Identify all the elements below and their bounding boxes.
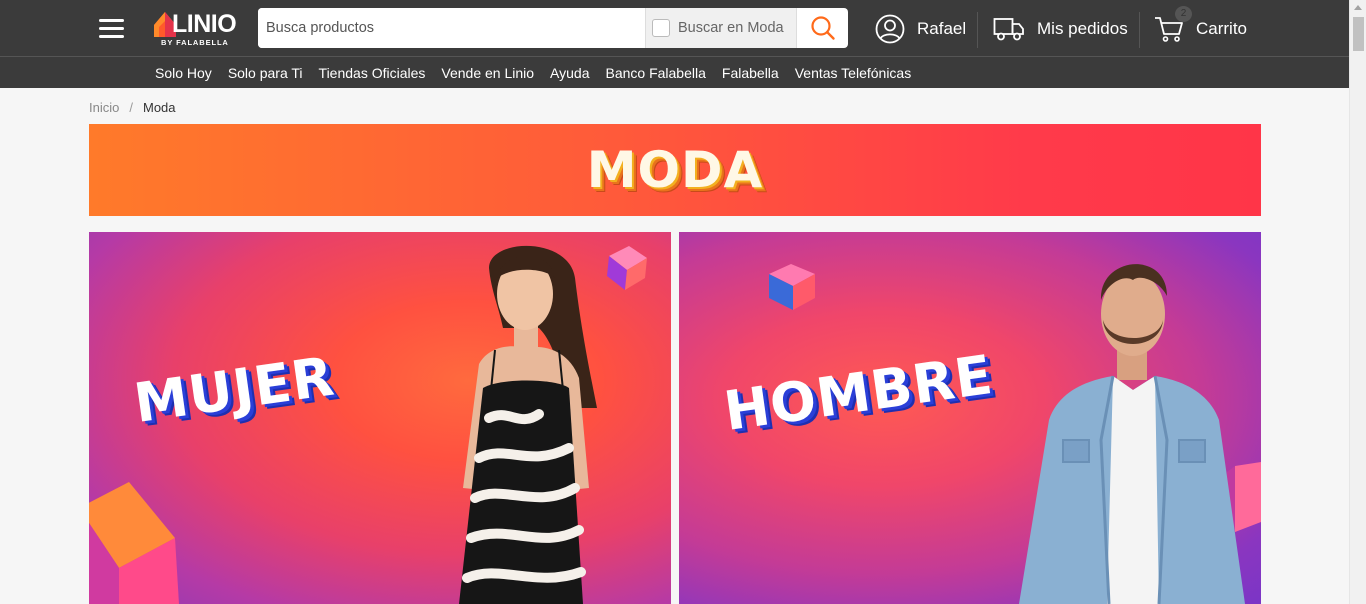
logo-word: LINIO (172, 10, 237, 38)
page: LINIO BY FALABELLA Buscar en Moda (0, 0, 1366, 604)
subnav-item[interactable]: Falabella (722, 65, 779, 81)
search-icon (811, 16, 835, 40)
scope-label: Buscar en Moda (678, 20, 784, 36)
orders-link[interactable]: Mis pedidos (993, 12, 1128, 46)
account-link[interactable]: Rafael (875, 12, 966, 46)
subnav-item[interactable]: Ayuda (550, 65, 589, 81)
secondary-nav: Solo Hoy Solo para Ti Tiendas Oficiales Ven… (0, 56, 1349, 88)
scroll-thumb[interactable] (1353, 17, 1364, 51)
breadcrumb-current: Moda (142, 100, 176, 115)
page-scrollbar[interactable] (1349, 0, 1366, 604)
user-name: Rafael (917, 19, 967, 38)
search-bar: Buscar en Moda (258, 8, 848, 48)
cart-count-badge: 2 (1175, 6, 1192, 22)
header-divider (1139, 12, 1140, 48)
category-card-mujer[interactable]: MUJER (89, 232, 671, 604)
subnav-item[interactable]: Vende en Linio (441, 65, 534, 81)
scroll-up-arrow-icon[interactable] (1354, 5, 1362, 10)
hamburger-icon[interactable] (99, 19, 126, 38)
breadcrumb-separator: / (129, 100, 133, 115)
cart-label: Carrito (1196, 19, 1248, 38)
model-man-image (1019, 264, 1245, 604)
category-card-hombre[interactable]: HOMBRE (679, 232, 1261, 604)
subnav-item[interactable]: Banco Falabella (605, 65, 705, 81)
decorative-cube (89, 482, 179, 604)
category-label: MUJER (130, 344, 339, 435)
subnav-item[interactable]: Tiendas Oficiales (319, 65, 426, 81)
header-divider (977, 12, 978, 48)
search-input[interactable] (258, 8, 645, 48)
breadcrumb-home[interactable]: Inicio (89, 100, 119, 115)
orders-label: Mis pedidos (1037, 19, 1128, 38)
search-scope-toggle[interactable]: Buscar en Moda (645, 8, 797, 48)
moda-banner: MODA (89, 124, 1261, 216)
secondary-nav-list: Solo Hoy Solo para Ti Tiendas Oficiales Ven… (155, 57, 927, 88)
subnav-item[interactable]: Solo Hoy (155, 65, 212, 81)
subnav-item[interactable]: Ventas Telefónicas (795, 65, 912, 81)
user-circle-icon (875, 14, 905, 44)
truck-icon (993, 18, 1024, 41)
model-woman-image (459, 245, 597, 604)
logo-subtitle: BY FALABELLA (161, 38, 229, 47)
banner-title: MODA (586, 141, 764, 199)
decorative-cube (769, 264, 815, 310)
cart-link[interactable]: Carrito (1154, 12, 1247, 46)
subnav-item[interactable]: Solo para Ti (228, 65, 303, 81)
category-label: HOMBRE (720, 342, 997, 443)
breadcrumb: Inicio / Moda (89, 100, 176, 115)
search-button[interactable] (798, 8, 848, 48)
linio-logo[interactable]: LINIO BY FALABELLA (150, 9, 244, 49)
top-header: LINIO BY FALABELLA Buscar en Moda (0, 0, 1349, 56)
scope-checkbox[interactable] (652, 19, 670, 37)
